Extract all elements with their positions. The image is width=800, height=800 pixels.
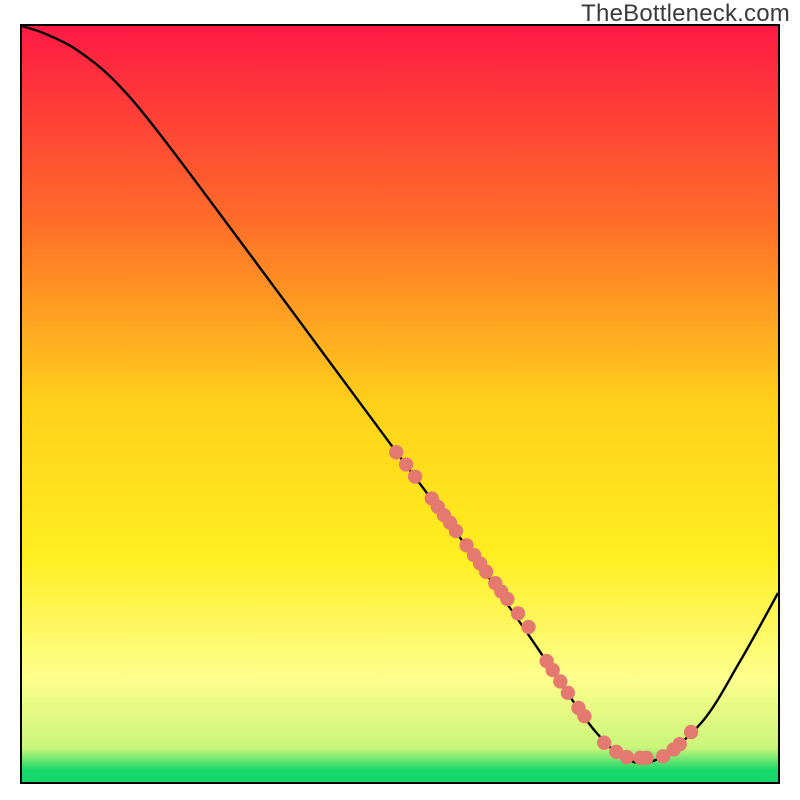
chart-canvas	[22, 26, 778, 782]
data-point	[620, 750, 634, 764]
data-point	[389, 445, 403, 459]
data-point	[673, 737, 687, 751]
data-point	[511, 606, 525, 620]
data-point	[521, 620, 535, 634]
data-point	[408, 469, 422, 483]
data-point	[500, 592, 514, 606]
data-point	[684, 725, 698, 739]
data-point	[449, 524, 463, 538]
watermark-text: TheBottleneck.com	[581, 0, 790, 28]
data-point	[639, 751, 653, 765]
data-point	[399, 457, 413, 471]
data-point	[561, 686, 575, 700]
chart-frame	[20, 24, 780, 784]
data-point	[577, 709, 591, 723]
data-point	[479, 565, 493, 579]
data-point	[597, 736, 611, 750]
chart-background	[22, 26, 778, 782]
